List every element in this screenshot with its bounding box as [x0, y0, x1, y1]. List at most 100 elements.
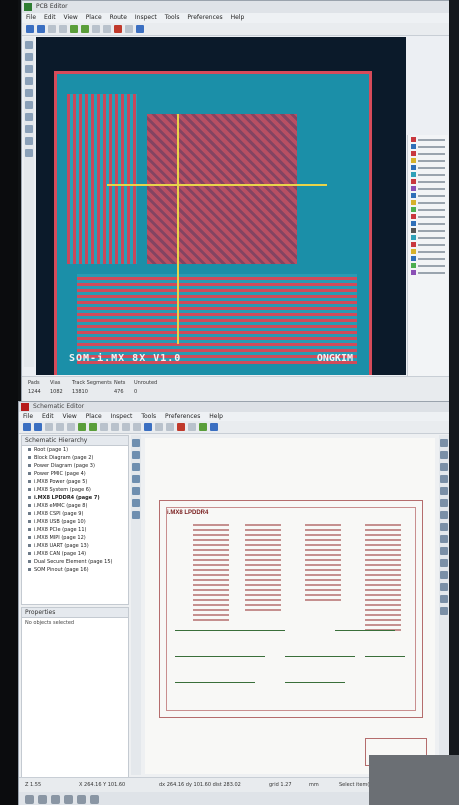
menu-help[interactable]: Help: [209, 413, 223, 420]
layer-row[interactable]: [411, 270, 445, 275]
save-icon[interactable]: [48, 25, 56, 33]
menu-inspect[interactable]: Inspect: [135, 14, 157, 21]
rotate-icon[interactable]: [155, 423, 163, 431]
menu-place[interactable]: Place: [86, 413, 102, 420]
zoom-in-icon[interactable]: [111, 423, 119, 431]
task-view-icon[interactable]: [51, 794, 60, 804]
hierarchy-item[interactable]: Power Diagram (page 3): [22, 462, 128, 470]
menu-inspect[interactable]: Inspect: [111, 413, 133, 420]
hierarchy-item[interactable]: i.MX8 Power (page 5): [22, 478, 128, 486]
find-icon[interactable]: [100, 423, 108, 431]
menu-preferences[interactable]: Preferences: [165, 413, 200, 420]
layer-row[interactable]: [411, 186, 445, 191]
zoom-in-icon[interactable]: [92, 25, 100, 33]
menu-edit[interactable]: Edit: [42, 413, 54, 420]
hierarchy-item[interactable]: i.MX8 System (page 6): [22, 486, 128, 494]
drc-icon[interactable]: [114, 25, 122, 33]
layer-row[interactable]: [411, 137, 445, 142]
redo-icon[interactable]: [89, 423, 97, 431]
erc-icon[interactable]: [177, 423, 185, 431]
undo-icon[interactable]: [70, 25, 78, 33]
layer-row[interactable]: [411, 144, 445, 149]
page-settings-icon[interactable]: [56, 423, 64, 431]
layer-row[interactable]: [411, 165, 445, 170]
menu-view[interactable]: View: [63, 413, 77, 420]
zoom-out-icon[interactable]: [122, 423, 130, 431]
hierarchy-item[interactable]: i.MX8 CSPI (page 9): [22, 510, 128, 518]
add-line-icon[interactable]: [440, 583, 448, 591]
hierarchy-item[interactable]: i.MX8 UART (page 13): [22, 542, 128, 550]
add-bus-icon[interactable]: [440, 499, 448, 507]
open-icon[interactable]: [37, 25, 45, 33]
add-power-icon[interactable]: [440, 475, 448, 483]
hidden-pins-icon[interactable]: [132, 475, 140, 483]
hierarchy-item[interactable]: Dual Secure Element (page 15): [22, 558, 128, 566]
file-explorer-icon[interactable]: [64, 794, 73, 804]
layer-row[interactable]: [411, 228, 445, 233]
grid-toggle-icon[interactable]: [25, 41, 33, 49]
menu-file[interactable]: File: [23, 413, 33, 420]
layer-row[interactable]: [411, 235, 445, 240]
layer-row[interactable]: [411, 172, 445, 177]
menu-preferences[interactable]: Preferences: [187, 14, 222, 21]
layer-row[interactable]: [411, 158, 445, 163]
zoom-out-icon[interactable]: [103, 25, 111, 33]
hierarchy-item[interactable]: i.MX8 USB (page 10): [22, 518, 128, 526]
layer-row[interactable]: [411, 200, 445, 205]
hierarchy-item[interactable]: Root (page 1): [22, 446, 128, 454]
open-icon[interactable]: [34, 423, 42, 431]
pad-display-icon[interactable]: [25, 113, 33, 121]
hierarchy-toggle-icon[interactable]: [132, 499, 140, 507]
netlist-icon[interactable]: [199, 423, 207, 431]
menu-route[interactable]: Route: [110, 14, 127, 21]
menu-file[interactable]: File: [26, 14, 36, 21]
layer-row[interactable]: [411, 179, 445, 184]
navigate-up-icon[interactable]: [144, 423, 152, 431]
units-icon[interactable]: [132, 451, 140, 459]
highlight-net-icon[interactable]: [440, 451, 448, 459]
menu-place[interactable]: Place: [86, 14, 102, 21]
layer-row[interactable]: [411, 214, 445, 219]
zone-fill-icon[interactable]: [25, 101, 33, 109]
grid-toggle-icon[interactable]: [132, 439, 140, 447]
print-icon[interactable]: [59, 25, 67, 33]
cursor-shape-icon[interactable]: [132, 463, 140, 471]
polar-coords-icon[interactable]: [25, 53, 33, 61]
delete-icon[interactable]: [440, 607, 448, 615]
search-icon[interactable]: [38, 794, 47, 804]
track-display-icon[interactable]: [25, 137, 33, 145]
add-text-icon[interactable]: [440, 571, 448, 579]
add-wire-icon[interactable]: [440, 487, 448, 495]
zoom-fit-icon[interactable]: [133, 423, 141, 431]
hierarchy-item[interactable]: Block Diagram (page 2): [22, 454, 128, 462]
browser-icon[interactable]: [77, 794, 86, 804]
layer-row[interactable]: [411, 242, 445, 247]
hierarchy-item[interactable]: i.MX8 PCIe (page 11): [22, 526, 128, 534]
add-label-icon[interactable]: [440, 535, 448, 543]
hierarchy-item[interactable]: SOM Pinout (page 16): [22, 566, 128, 574]
layer-row[interactable]: [411, 256, 445, 261]
layer-row[interactable]: [411, 249, 445, 254]
via-display-icon[interactable]: [25, 125, 33, 133]
add-image-icon[interactable]: [440, 595, 448, 603]
add-sheet-icon[interactable]: [440, 559, 448, 567]
new-icon[interactable]: [23, 423, 31, 431]
layer-row[interactable]: [411, 207, 445, 212]
pcb-editor-icon[interactable]: [210, 423, 218, 431]
redo-icon[interactable]: [81, 25, 89, 33]
menu-edit[interactable]: Edit: [44, 14, 56, 21]
new-board-icon[interactable]: [26, 25, 34, 33]
layer-row[interactable]: [411, 151, 445, 156]
save-icon[interactable]: [45, 423, 53, 431]
layer-row[interactable]: [411, 193, 445, 198]
layer-select-icon[interactable]: [125, 25, 133, 33]
print-icon[interactable]: [67, 423, 75, 431]
menu-tools[interactable]: Tools: [165, 14, 180, 21]
3d-viewer-icon[interactable]: [136, 25, 144, 33]
hierarchy-item-selected[interactable]: i.MX8 LPDDR4 (page 7): [22, 494, 128, 502]
add-symbol-icon[interactable]: [440, 463, 448, 471]
menu-tools[interactable]: Tools: [141, 413, 156, 420]
pcb-canvas[interactable]: SOM-i.MX 8X V1.0 ONGKIM: [36, 37, 406, 375]
hierarchy-item[interactable]: i.MX8 MIPI (page 12): [22, 534, 128, 542]
annotate-icon[interactable]: [188, 423, 196, 431]
